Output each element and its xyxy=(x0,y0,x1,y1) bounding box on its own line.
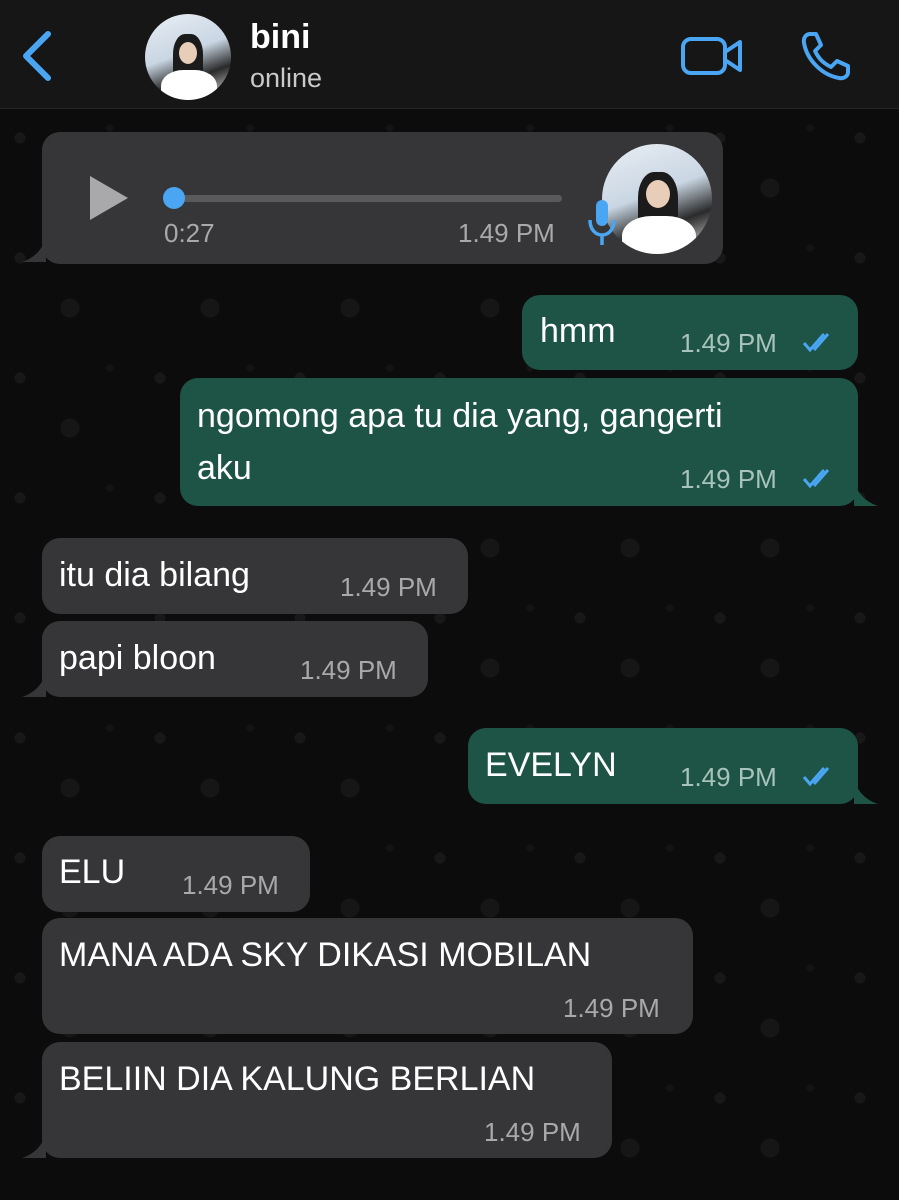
message-text: ELU xyxy=(59,853,126,891)
bubble-tail xyxy=(22,1134,46,1158)
voice-progress-track[interactable] xyxy=(170,195,562,202)
microphone-icon xyxy=(586,198,618,248)
message-bubble-incoming[interactable]: papi bloon 1.49 PM xyxy=(42,621,428,697)
message-time: 1.49 PM xyxy=(340,572,437,602)
message-text: itu dia bilang xyxy=(59,556,250,594)
video-call-button[interactable] xyxy=(680,34,744,78)
voice-duration: 0:27 xyxy=(164,218,215,248)
message-text: BELIIN DIA KALUNG BERLIAN xyxy=(59,1060,536,1098)
contact-avatar[interactable] xyxy=(145,14,231,100)
voice-progress-handle[interactable] xyxy=(163,187,185,209)
message-text-line: ngomong apa tu dia yang, gangerti xyxy=(197,397,723,435)
message-bubble-outgoing[interactable]: ngomong apa tu dia yang, gangerti aku 1.… xyxy=(180,378,858,506)
chat-header: bini online xyxy=(0,0,899,109)
contact-status: online xyxy=(250,63,323,93)
message-time: 1.49 PM xyxy=(563,993,660,1023)
message-text: EVELYN xyxy=(485,746,617,784)
message-text: MANA ADA SKY DIKASI MOBILAN xyxy=(59,936,592,974)
message-time: 1.49 PM xyxy=(484,1117,581,1147)
video-camera-icon xyxy=(681,37,742,75)
message-time: 1.49 PM xyxy=(680,762,777,792)
voice-message-bubble[interactable]: 0:27 1.49 PM xyxy=(42,132,723,264)
bubble-tail xyxy=(22,238,46,262)
message-time: 1.49 PM xyxy=(680,464,777,494)
message-time: 1.49 PM xyxy=(458,218,555,248)
sender-avatar xyxy=(602,144,712,254)
message-text: hmm xyxy=(540,312,616,350)
contact-name[interactable]: bini xyxy=(250,18,310,57)
read-receipt-icon xyxy=(802,333,830,353)
message-text-line: aku xyxy=(197,449,252,487)
message-bubble-outgoing[interactable]: hmm 1.49 PM xyxy=(522,295,858,370)
back-button[interactable] xyxy=(14,28,60,84)
phone-icon xyxy=(801,32,850,81)
message-bubble-outgoing[interactable]: EVELYN 1.49 PM xyxy=(468,728,858,804)
bubble-tail xyxy=(854,780,878,804)
voice-call-button[interactable] xyxy=(800,30,852,82)
play-button[interactable] xyxy=(86,176,130,220)
bubble-tail xyxy=(22,673,46,697)
message-bubble-incoming[interactable]: itu dia bilang 1.49 PM xyxy=(42,538,468,614)
play-icon xyxy=(90,176,128,220)
chevron-left-icon xyxy=(23,31,51,81)
bubble-tail xyxy=(854,482,878,506)
message-bubble-incoming[interactable]: BELIIN DIA KALUNG BERLIAN 1.49 PM xyxy=(42,1042,612,1158)
read-receipt-icon xyxy=(802,469,830,489)
message-time: 1.49 PM xyxy=(182,870,279,900)
read-receipt-icon xyxy=(802,767,830,787)
message-text: papi bloon xyxy=(59,639,216,677)
message-time: 1.49 PM xyxy=(300,655,397,685)
message-time: 1.49 PM xyxy=(680,328,777,358)
message-bubble-incoming[interactable]: ELU 1.49 PM xyxy=(42,836,310,912)
message-bubble-incoming[interactable]: MANA ADA SKY DIKASI MOBILAN 1.49 PM xyxy=(42,918,693,1034)
